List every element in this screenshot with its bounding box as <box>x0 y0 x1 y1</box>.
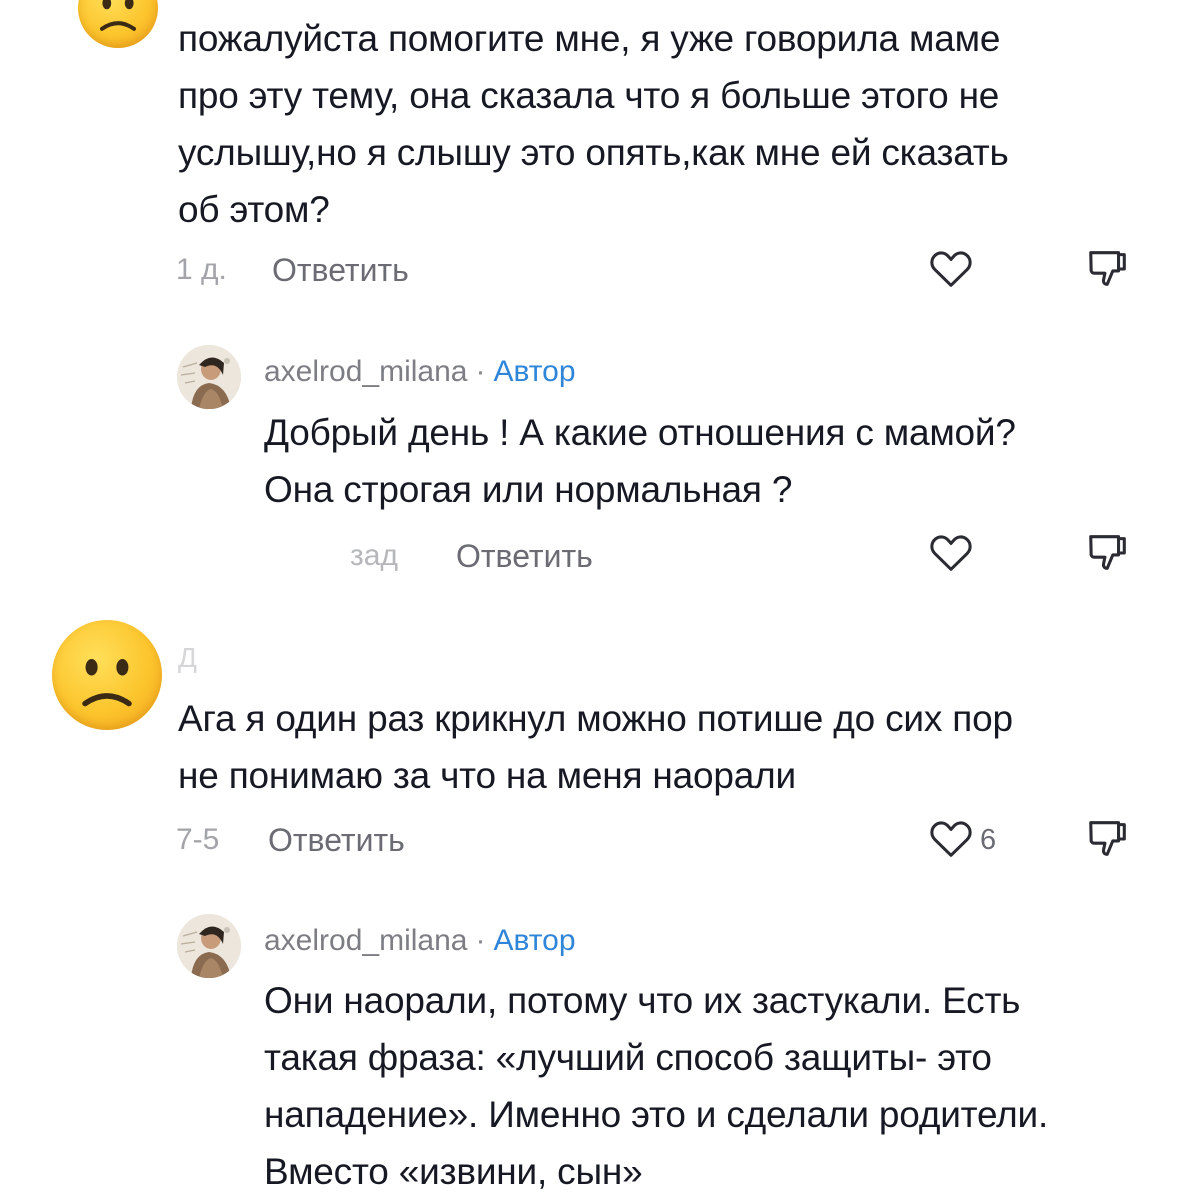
like-button[interactable] <box>928 246 974 292</box>
username[interactable]: Д <box>178 640 197 676</box>
reply-username-line: axelrod_milana · Автор <box>264 352 576 392</box>
comment-text: Ага я один раз крикнул можно потише до с… <box>178 698 1013 796</box>
commenter-avatar[interactable] <box>52 620 162 730</box>
reply-text: Они наорали, потому что их застукали. Ес… <box>264 980 1049 1192</box>
reply-text: Добрый день ! А какие отношения с мамой?… <box>264 412 1016 510</box>
comment-time: 7-5 <box>176 823 220 856</box>
thumbs-down-outline-icon <box>1089 251 1126 286</box>
dislike-button[interactable] <box>1085 816 1131 862</box>
like-count: 6 <box>980 824 997 856</box>
thumbs-down-outline-icon <box>1089 535 1126 570</box>
author-badge: Автор <box>493 355 576 388</box>
author-avatar[interactable] <box>177 914 241 978</box>
separator-dot: · <box>475 355 486 388</box>
profile-photo-avatar <box>177 914 241 978</box>
like-button[interactable] <box>928 816 974 862</box>
username[interactable]: axelrod_milana <box>264 355 467 388</box>
profile-photo-avatar <box>177 345 241 409</box>
heart-outline-icon <box>930 821 972 857</box>
dislike-button[interactable] <box>1085 246 1131 292</box>
username[interactable]: axelrod_milana <box>264 924 467 957</box>
heart-outline-icon <box>930 251 972 287</box>
reply-button[interactable]: Ответить <box>456 536 593 576</box>
reply-button[interactable]: Ответить <box>268 820 405 860</box>
thumbs-down-outline-icon <box>1089 821 1126 856</box>
author-avatar[interactable] <box>177 345 241 409</box>
author-badge: Автор <box>493 924 576 957</box>
sad-face-emoji-icon <box>100 0 136 31</box>
sad-face-emoji-icon <box>82 659 132 707</box>
heart-outline-icon <box>930 535 972 571</box>
like-button[interactable] <box>928 530 974 576</box>
reply-button[interactable]: Ответить <box>272 250 409 290</box>
commenter-avatar[interactable] <box>78 0 158 48</box>
comment-text: пожалуйста помогите мне, я уже говорила … <box>178 18 1009 230</box>
comment-time: 1 д. <box>176 253 227 286</box>
reply-username-line: axelrod_milana · Автор <box>264 921 576 961</box>
separator-dot: · <box>475 924 486 957</box>
dislike-button[interactable] <box>1085 530 1131 576</box>
reply-time: зад <box>350 539 398 572</box>
